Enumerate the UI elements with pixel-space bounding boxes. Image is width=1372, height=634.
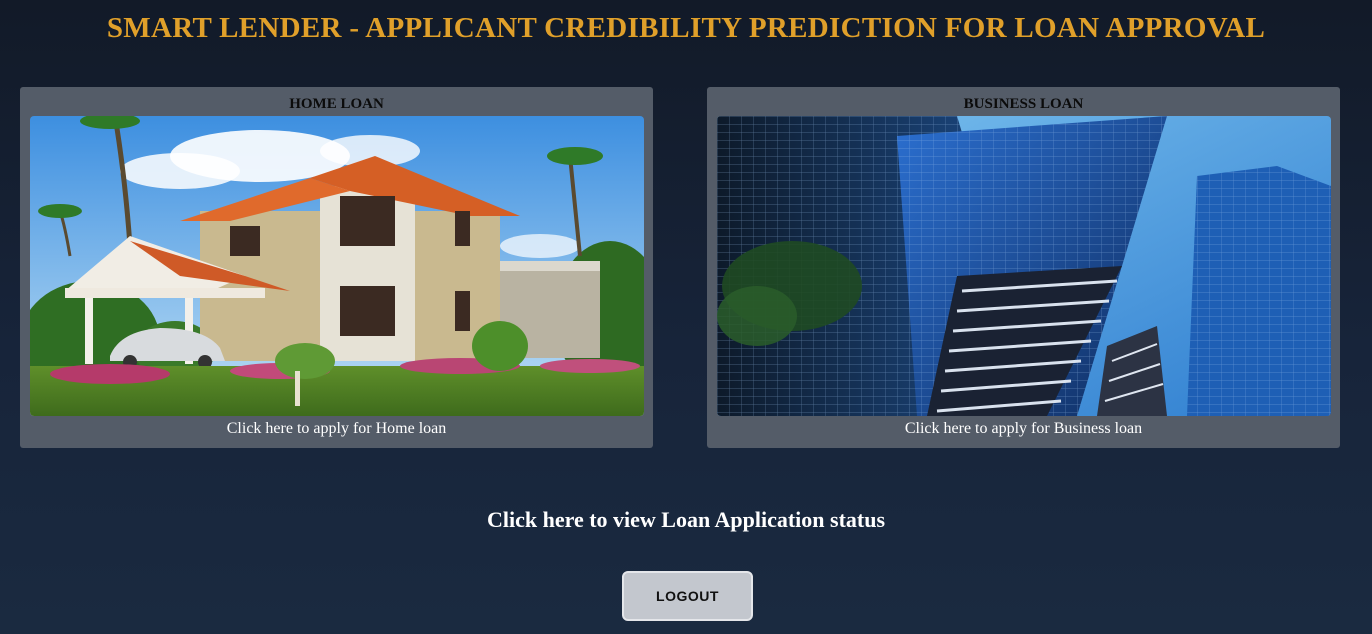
business-loan-image[interactable] bbox=[717, 116, 1331, 416]
business-loan-heading: BUSINESS LOAN bbox=[963, 96, 1084, 112]
apply-business-loan-link[interactable]: Click here to apply for Business loan bbox=[707, 420, 1340, 438]
business-loan-card: BUSINESS LOAN Click here to apply for Bu… bbox=[707, 87, 1340, 448]
apply-home-loan-link[interactable]: Click here to apply for Home loan bbox=[20, 420, 653, 438]
home-loan-heading: HOME LOAN bbox=[289, 96, 384, 112]
view-application-status-link[interactable]: Click here to view Loan Application stat… bbox=[0, 507, 1372, 533]
home-loan-card: HOME LOAN Click here to apply for Home l… bbox=[20, 87, 653, 448]
home-loan-image[interactable] bbox=[30, 116, 644, 416]
logout-button[interactable]: LOGOUT bbox=[622, 571, 753, 621]
page-title: SMART LENDER - APPLICANT CREDIBILITY PRE… bbox=[106, 12, 1266, 44]
